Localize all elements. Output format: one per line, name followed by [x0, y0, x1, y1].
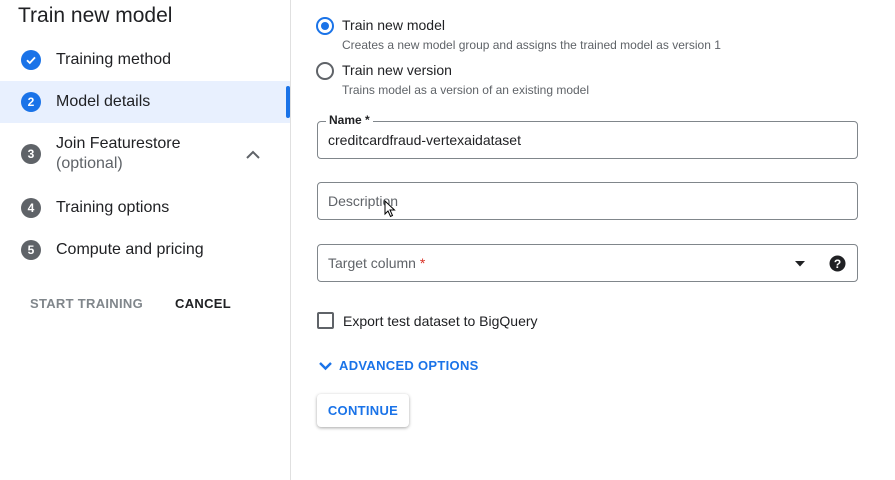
export-checkbox[interactable] — [317, 312, 334, 329]
step-number: 5 — [21, 240, 41, 260]
cancel-button[interactable]: CANCEL — [175, 296, 231, 311]
radio-description: Trains model as a version of an existing… — [342, 83, 590, 97]
target-column-label: Target column — [328, 255, 416, 271]
chevron-up-icon[interactable] — [244, 148, 262, 167]
form-panel: Train new model Creates a new model grou… — [292, 0, 895, 480]
description-input[interactable] — [328, 183, 828, 219]
export-bigquery-option[interactable]: Export test dataset to BigQuery — [317, 312, 538, 329]
step-label: Training method — [56, 51, 172, 68]
page-title: Train new model — [18, 4, 173, 27]
radio-train-new-version[interactable]: Train new version Trains model as a vers… — [316, 62, 589, 97]
step-training-options[interactable]: 4 Training options — [0, 198, 290, 222]
radio-button[interactable] — [316, 62, 334, 80]
start-training-button[interactable]: START TRAINING — [30, 296, 143, 311]
step-label: Join Featurestore — [56, 135, 181, 152]
required-mark: * — [419, 255, 426, 271]
step-label: Compute and pricing — [56, 241, 204, 258]
radio-button[interactable] — [316, 17, 334, 35]
mouse-cursor-icon — [384, 200, 396, 218]
check-circle-icon — [21, 50, 41, 70]
radio-label: Train new model — [342, 17, 445, 33]
help-icon[interactable]: ? — [829, 255, 846, 272]
dropdown-arrow-icon[interactable] — [794, 260, 806, 268]
step-number: 3 — [21, 144, 41, 164]
stepper-panel: Train new model Training method 2 Model … — [0, 0, 291, 480]
step-training-method[interactable]: Training method — [0, 46, 290, 76]
chevron-down-icon — [319, 361, 332, 370]
export-label: Export test dataset to BigQuery — [343, 312, 538, 329]
advanced-options-toggle[interactable]: ADVANCED OPTIONS — [318, 358, 479, 373]
radio-label: Train new version — [342, 62, 452, 78]
svg-text:?: ? — [834, 257, 841, 271]
step-number: 4 — [21, 198, 41, 218]
step-label: Training options — [56, 199, 170, 216]
continue-button[interactable]: CONTINUE — [317, 394, 409, 427]
active-step-indicator — [286, 86, 290, 118]
advanced-options-label: ADVANCED OPTIONS — [339, 358, 479, 373]
step-number: 2 — [21, 92, 41, 112]
name-input[interactable] — [328, 122, 828, 158]
step-label: Model details — [56, 93, 151, 110]
step-sublabel: (optional) — [56, 155, 123, 172]
radio-description: Creates a new model group and assigns th… — [342, 38, 721, 52]
target-column-select[interactable]: Target column * ? — [317, 244, 858, 282]
step-model-details[interactable]: 2 Model details — [0, 81, 290, 123]
name-field: Name * — [317, 113, 858, 159]
step-compute-pricing[interactable]: 5 Compute and pricing — [0, 240, 290, 264]
radio-train-new-model[interactable]: Train new model Creates a new model grou… — [316, 17, 721, 52]
description-field — [317, 182, 858, 220]
